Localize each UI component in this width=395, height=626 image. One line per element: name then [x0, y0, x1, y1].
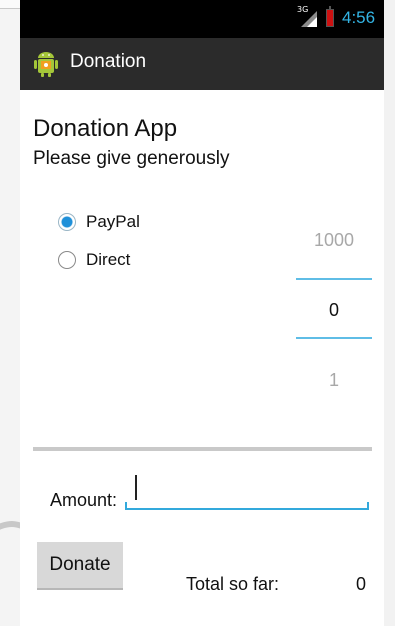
- status-clock: 4:56: [342, 8, 376, 27]
- amount-input[interactable]: [125, 476, 369, 510]
- action-bar: Donation: [20, 38, 384, 90]
- total-value: 0: [356, 574, 367, 594]
- amount-input-edge-left: [125, 502, 127, 510]
- donate-button[interactable]: Donate: [37, 542, 123, 590]
- signal-strength-icon: [301, 11, 317, 27]
- picker-next-value[interactable]: 1: [296, 370, 372, 391]
- picker-current-value[interactable]: 0: [296, 300, 372, 321]
- radio-checked-icon[interactable]: [58, 213, 76, 231]
- donation-progress-bar: [33, 447, 372, 451]
- radio-label-direct: Direct: [86, 250, 131, 269]
- status-bar: 3G 4:56: [20, 0, 384, 38]
- picker-divider-top: [296, 278, 372, 280]
- picker-previous-value[interactable]: 1000: [296, 230, 372, 251]
- radio-unchecked-icon[interactable]: [58, 251, 76, 269]
- page-title: Donation App: [33, 115, 178, 142]
- window-frame-left: [0, 0, 56, 626]
- battery-icon: [326, 6, 334, 27]
- radio-option-direct[interactable]: Direct: [58, 245, 130, 275]
- total-label: Total so far:: [186, 574, 280, 594]
- action-bar-title: Donation: [70, 51, 147, 72]
- android-app-icon[interactable]: [32, 50, 60, 78]
- text-cursor: [135, 475, 137, 500]
- page-subtitle: Please give generously: [33, 148, 230, 169]
- window-frame-right: [384, 0, 395, 626]
- window-frame-top-edge: [0, 0, 20, 9]
- amount-input-edge-right: [367, 502, 369, 510]
- amount-label: Amount:: [50, 490, 118, 510]
- radio-option-paypal[interactable]: PayPal: [58, 207, 140, 237]
- radio-label-paypal: PayPal: [86, 212, 140, 231]
- main-content: Donation App Please give generously PayP…: [20, 90, 384, 626]
- picker-divider-bottom: [296, 337, 372, 339]
- device-screen: 3G 4:56 Donation Donation App Please giv…: [20, 0, 384, 626]
- amount-number-picker[interactable]: 1000 0 1: [296, 215, 372, 415]
